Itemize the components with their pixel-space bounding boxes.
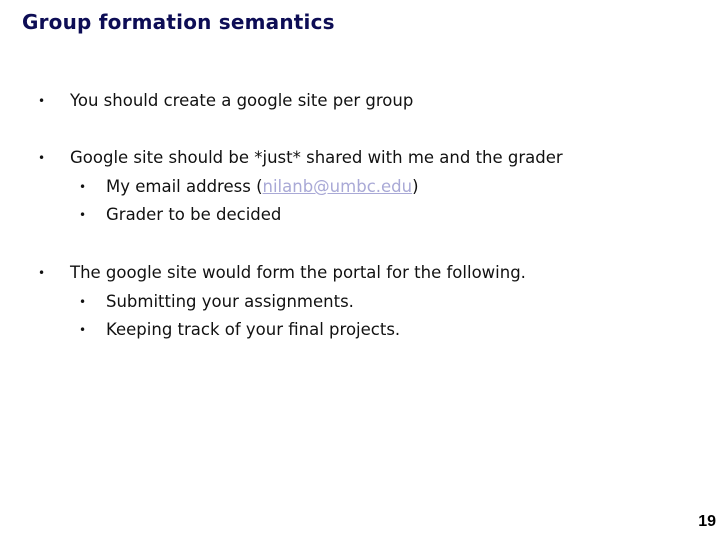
email-link[interactable]: nilanb@umbc.edu (263, 177, 413, 196)
bullet-icon: • (38, 94, 46, 108)
sub-bullet-item: Submitting your assignments. (106, 292, 354, 311)
sub-bullet-item: Grader to be decided (106, 205, 282, 224)
bullet-icon: • (38, 266, 46, 280)
sub-bullet-icon: • (79, 323, 87, 337)
bullet-item: You should create a google site per grou… (70, 91, 414, 110)
email-suffix: ) (412, 177, 419, 196)
sub-bullet-item-email: My email address (nilanb@umbc.edu) (106, 177, 419, 197)
bullet-item: Google site should be *just* shared with… (70, 148, 563, 167)
page-number: 19 (698, 513, 716, 530)
sub-bullet-icon: • (79, 208, 87, 222)
email-prefix: My email address ( (106, 177, 263, 196)
bullet-icon: • (38, 151, 46, 165)
slide-title: Group formation semantics (22, 10, 335, 34)
sub-bullet-icon: • (79, 295, 87, 309)
sub-bullet-icon: • (79, 180, 87, 194)
sub-bullet-item: Keeping track of your final projects. (106, 320, 401, 339)
bullet-item: The google site would form the portal fo… (70, 263, 526, 282)
